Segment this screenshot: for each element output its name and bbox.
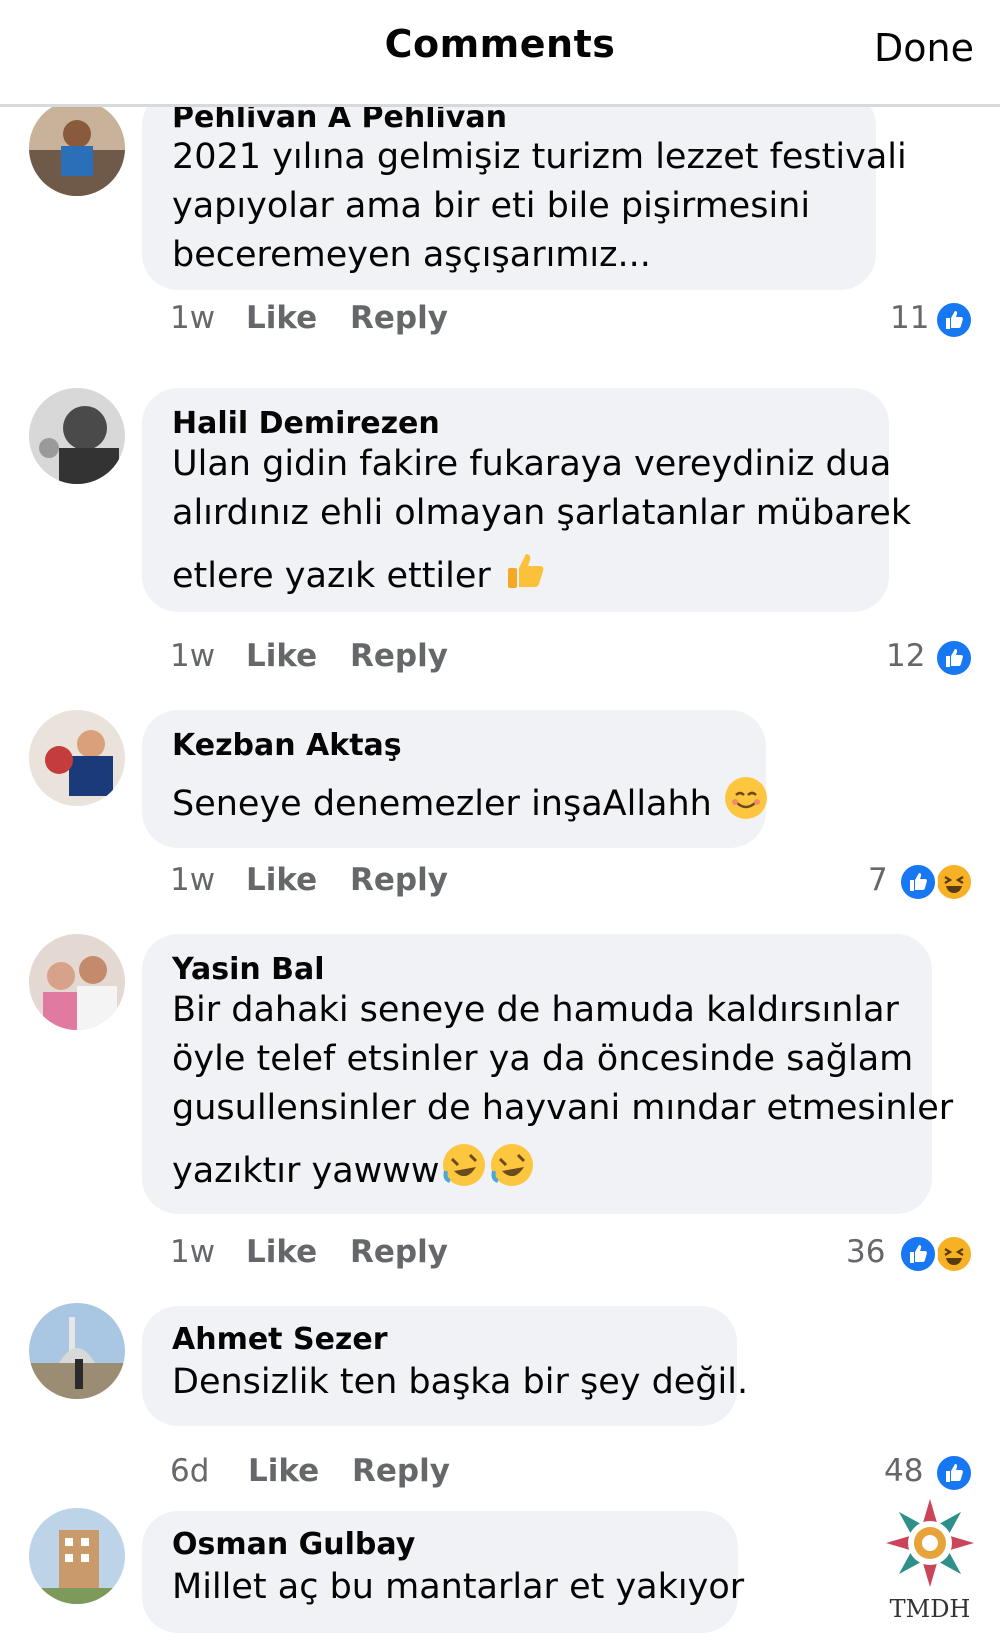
like-icon: [898, 1234, 938, 1274]
reply-button[interactable]: Reply: [350, 300, 448, 336]
rofl-emoji-icon: [488, 1141, 536, 1203]
reaction-count: 7: [868, 862, 888, 898]
comment-time: 1w: [170, 1234, 216, 1270]
done-button[interactable]: Done: [874, 26, 974, 70]
comment-bubble: Pehlivan A Pehlivan 2021 yılına gelmişiz…: [142, 90, 907, 290]
reaction-summary[interactable]: 11: [890, 300, 974, 340]
reply-button[interactable]: Reply: [350, 638, 448, 674]
comment-line-wrap: yazıktır yawww: [172, 1141, 953, 1203]
comment-author[interactable]: Halil Demirezen: [172, 406, 440, 441]
reaction-count: 11: [890, 300, 930, 336]
comments-header: Comments Done: [0, 0, 1000, 107]
like-icon: [898, 862, 938, 902]
like-button[interactable]: Like: [248, 1453, 319, 1489]
comment-line: etlere yazık ettiler: [172, 556, 491, 596]
reaction-summary[interactable]: 7: [868, 862, 974, 902]
like-button[interactable]: Like: [246, 300, 317, 336]
comment-time: 1w: [170, 638, 216, 674]
haha-icon: [934, 862, 974, 902]
comment-text: Millet aç bu mantarlar et yakıyor: [172, 1563, 744, 1612]
comment-line: Densizlik ten başka bir şey değil.: [172, 1362, 749, 1402]
haha-icon: [934, 1234, 974, 1274]
avatar[interactable]: [29, 710, 125, 806]
like-button[interactable]: Like: [246, 862, 317, 898]
comment-line: öyle telef etsinler ya da öncesinde sağl…: [172, 1039, 914, 1079]
comment-time: 6d: [170, 1453, 210, 1489]
comment-line: Millet aç bu mantarlar et yakıyor: [172, 1567, 745, 1607]
reaction-count: 36: [846, 1234, 886, 1270]
comment-time: 1w: [170, 862, 216, 898]
comment-text: 2021 yılına gelmişiz turizm lezzet festi…: [172, 133, 907, 280]
thumbs-up-emoji-icon: [502, 546, 550, 608]
comment-author[interactable]: Kezban Aktaş: [172, 728, 402, 763]
avatar[interactable]: [29, 1508, 125, 1604]
comment-text: Densizlik ten başka bir şey değil.: [172, 1358, 748, 1407]
comment-text: Ulan gidin fakire fukaraya vereydiniz du…: [172, 440, 911, 608]
reply-button[interactable]: Reply: [350, 1234, 448, 1270]
like-button[interactable]: Like: [246, 1234, 317, 1270]
comment-text: Seneye denemezler inşaAllahh: [172, 775, 769, 835]
avatar[interactable]: [29, 100, 125, 196]
avatar[interactable]: [29, 1303, 125, 1399]
reaction-summary[interactable]: 36: [846, 1234, 974, 1274]
comment-line: 2021 yılına gelmişiz turizm lezzet festi…: [172, 137, 907, 177]
comment-line: yapıyolar ama bir eti bile pişirmesini: [172, 186, 811, 226]
smiling-face-emoji-icon: [723, 775, 769, 835]
reply-button[interactable]: Reply: [352, 1453, 450, 1489]
comment-time: 1w: [170, 300, 216, 336]
comment-line-wrap: etlere yazık ettiler: [172, 546, 911, 608]
watermark-text: TMDH: [889, 1595, 971, 1623]
comment-author[interactable]: Yasin Bal: [172, 952, 325, 987]
comment-line: Seneye denemezler inşaAllahh: [172, 784, 712, 824]
like-icon: [934, 638, 974, 678]
reaction-count: 48: [884, 1453, 924, 1489]
comment-text: Bir dahaki seneye de hamuda kaldırsınlar…: [172, 986, 953, 1203]
page-title: Comments: [384, 22, 616, 66]
comment-bubble: Osman Gulbay Millet aç bu mantarlar et y…: [142, 1511, 744, 1633]
comment-line: gusullensinler de hayvani mındar etmesin…: [172, 1088, 954, 1128]
rofl-emoji-icon: [440, 1141, 488, 1203]
reaction-summary[interactable]: 12: [886, 638, 974, 678]
comment-line: yazıktır yawww: [172, 1151, 440, 1191]
watermark-logo: TMDH: [882, 1495, 978, 1633]
comment-bubble: Ahmet Sezer Densizlik ten başka bir şey …: [142, 1306, 748, 1426]
like-button[interactable]: Like: [246, 638, 317, 674]
like-icon: [934, 1453, 974, 1493]
comment-line: Bir dahaki seneye de hamuda kaldırsınlar: [172, 990, 899, 1030]
avatar[interactable]: [29, 388, 125, 484]
ornament-icon: [886, 1499, 974, 1587]
comment-bubble: Kezban Aktaş Seneye denemezler inşaAllah…: [142, 710, 769, 848]
comment-bubble: Halil Demirezen Ulan gidin fakire fukara…: [142, 388, 911, 612]
comment-line: Ulan gidin fakire fukaraya vereydiniz du…: [172, 444, 892, 484]
reaction-count: 12: [886, 638, 926, 674]
comment-bubble: Yasin Bal Bir dahaki seneye de hamuda ka…: [142, 934, 953, 1214]
comment-author[interactable]: Osman Gulbay: [172, 1527, 415, 1562]
comment-author[interactable]: Ahmet Sezer: [172, 1322, 388, 1357]
reply-button[interactable]: Reply: [350, 862, 448, 898]
comment-line: alırdınız ehli olmayan şarlatanlar mübar…: [172, 493, 912, 533]
reaction-summary[interactable]: 48: [884, 1453, 974, 1493]
avatar[interactable]: [29, 934, 125, 1030]
comment-line: beceremeyen aşçışarımız...: [172, 235, 651, 275]
like-icon: [934, 300, 974, 340]
